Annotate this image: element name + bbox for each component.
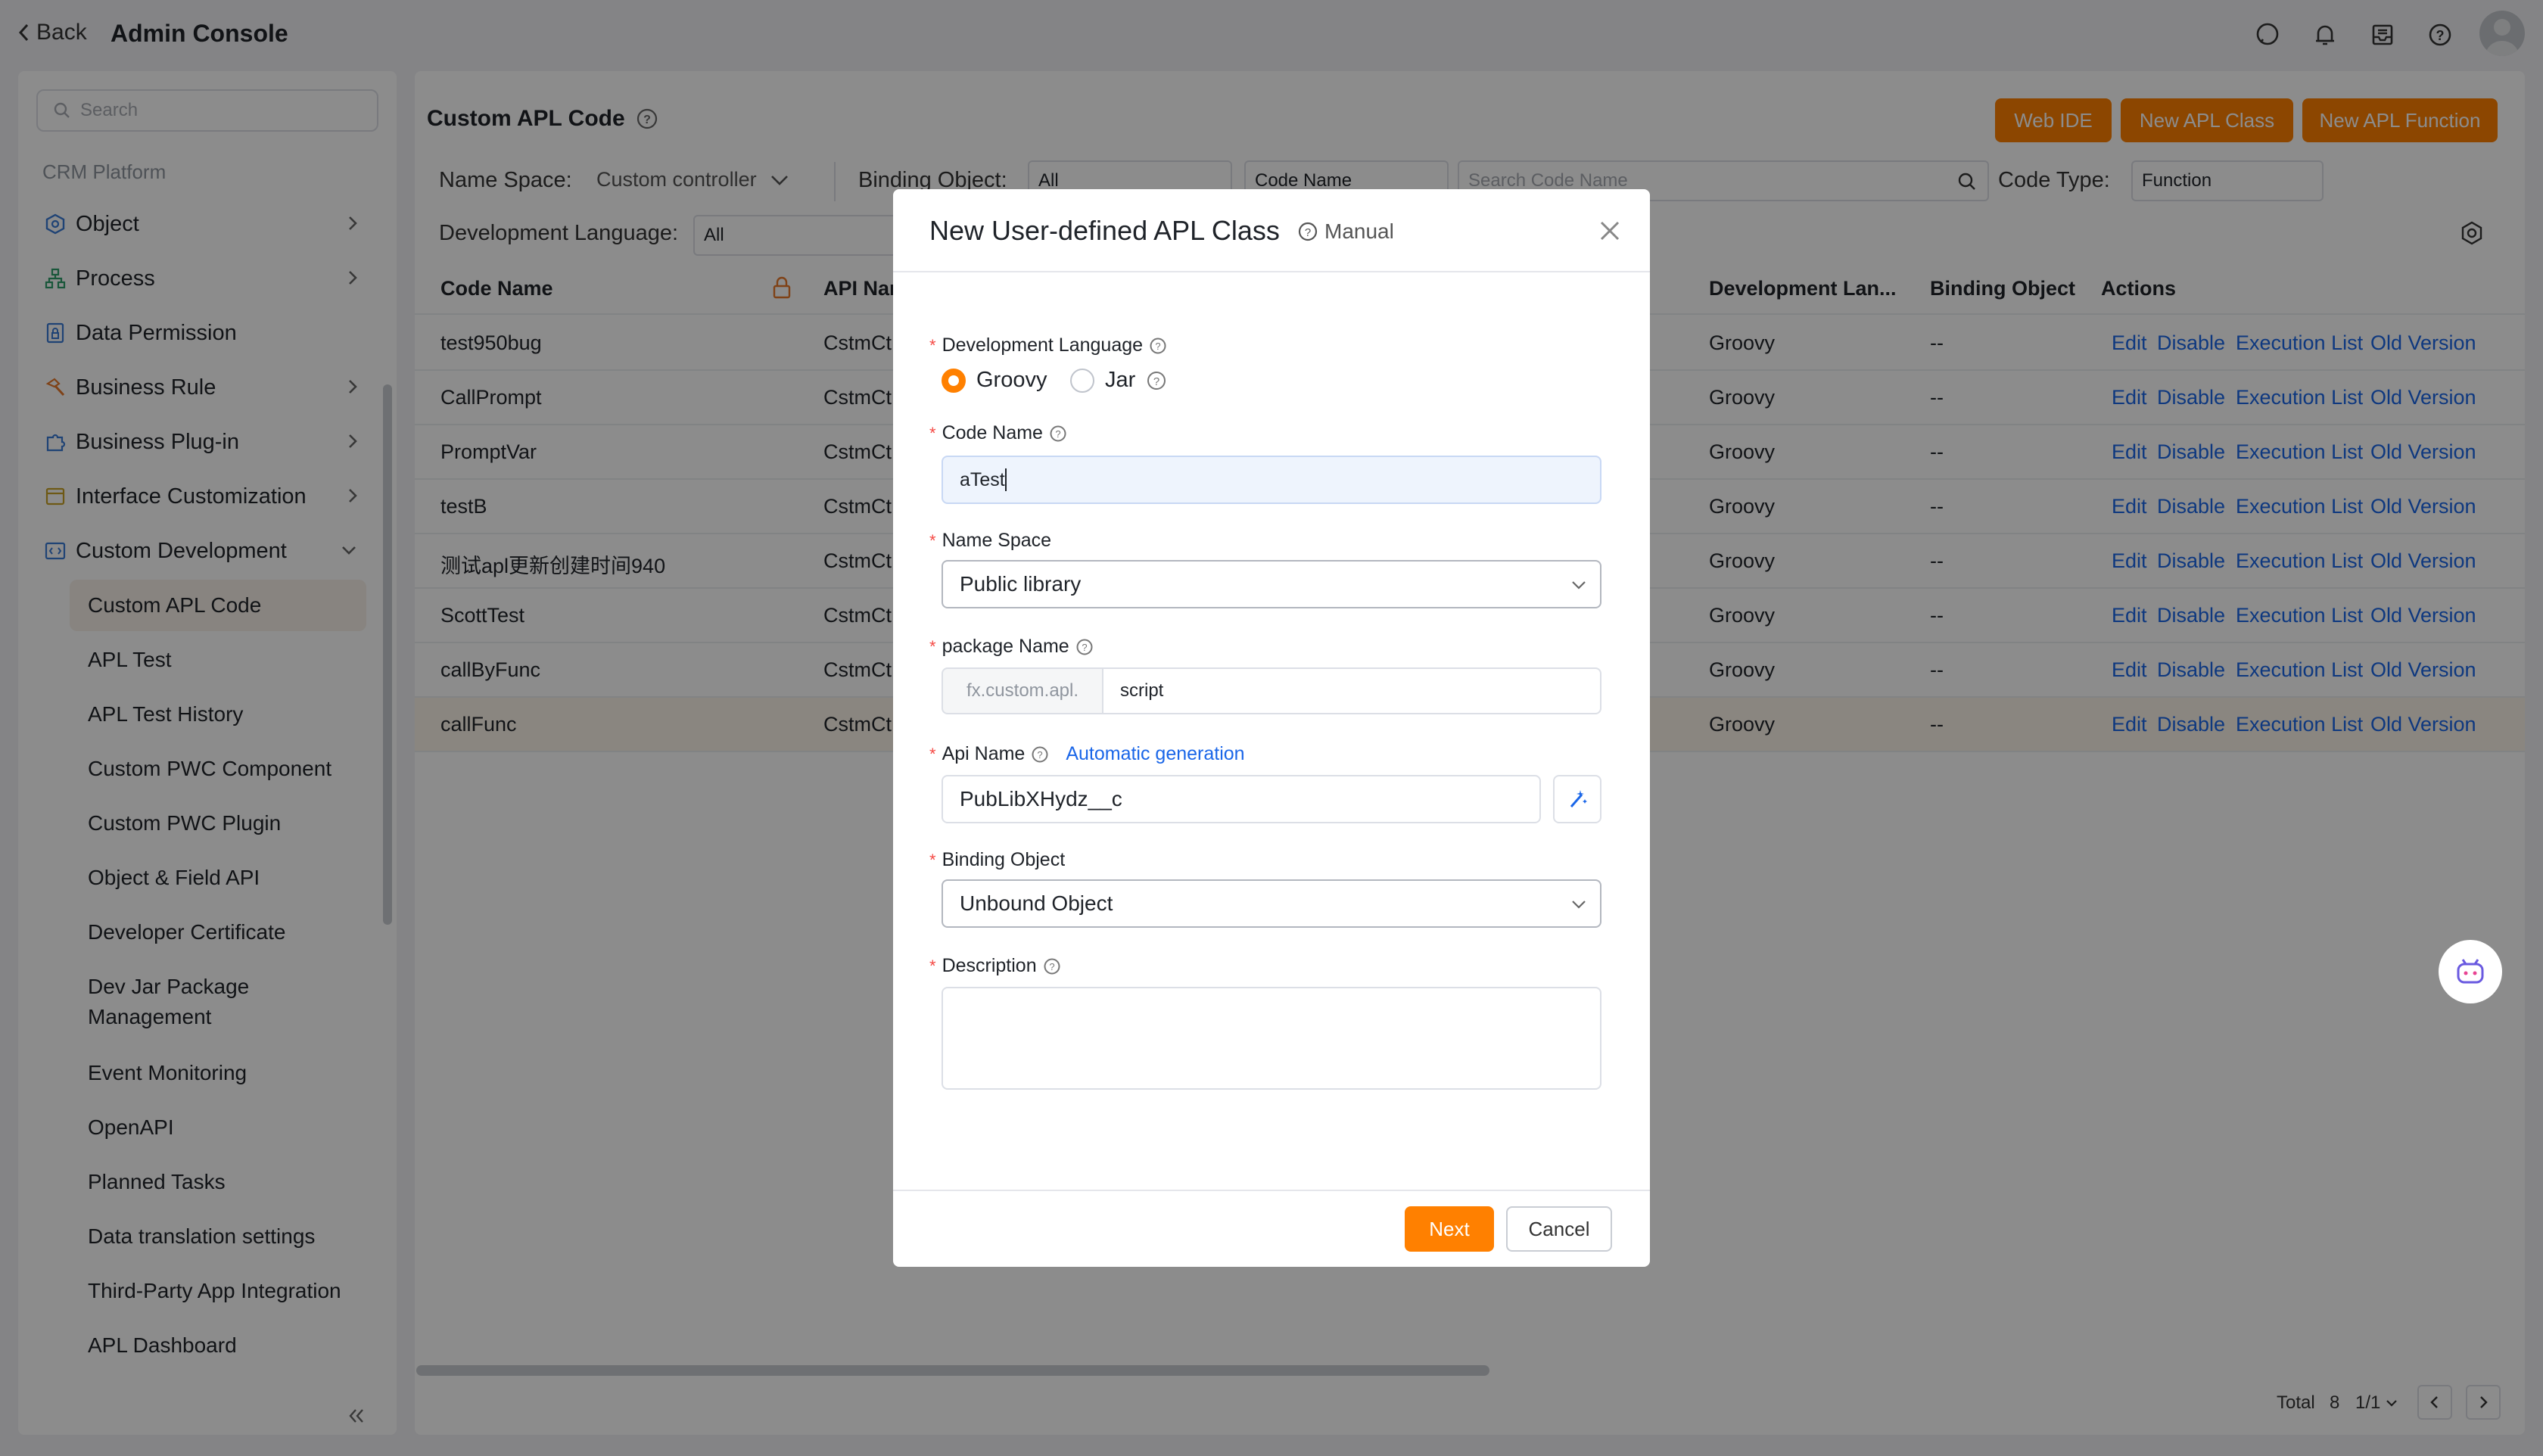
radio-groovy[interactable]: Groovy (942, 368, 1047, 393)
radio-jar-label: Jar (1105, 368, 1136, 392)
required-marker: * (929, 956, 936, 975)
api-name-input[interactable]: PubLibXHydz__c (942, 775, 1541, 823)
dialog-footer-divider (893, 1190, 1650, 1191)
dev-lang-label: * Development Language ? (929, 334, 1167, 356)
api-name-label-text: Api Name (942, 743, 1026, 764)
manual-link[interactable]: ? Manual (1297, 219, 1394, 244)
code-name-input[interactable]: aTest (942, 456, 1601, 504)
chevron-down-icon (1572, 581, 1586, 590)
robot-icon (2457, 959, 2484, 984)
help-icon: ? (1044, 958, 1060, 974)
new-apl-class-dialog: New User-defined APL Class ? Manual * De… (893, 189, 1650, 1267)
text-cursor (1004, 468, 1007, 491)
description-label: * Description ? (929, 955, 1061, 977)
description-textarea[interactable] (942, 987, 1601, 1090)
package-name-input[interactable]: script (1102, 667, 1601, 714)
radio-unselected-indicator (1070, 368, 1094, 393)
binding-object-select[interactable]: Unbound Object (942, 879, 1601, 928)
radio-jar[interactable]: Jar ? (1070, 368, 1167, 393)
required-marker: * (929, 636, 936, 656)
code-name-label-text: Code Name (942, 422, 1043, 443)
package-prefix: fx.custom.apl. (942, 667, 1103, 714)
binding-object-label-text: Binding Object (942, 849, 1066, 870)
svg-text:?: ? (1153, 375, 1159, 388)
dialog-title: New User-defined APL Class (929, 215, 1280, 246)
dev-lang-label-text: Development Language (942, 334, 1144, 356)
binding-object-value: Unbound Object (960, 891, 1113, 915)
svg-text:?: ? (1082, 642, 1087, 653)
package-name-value: script (1120, 680, 1164, 701)
package-name-label: * package Name ? (929, 636, 1094, 658)
help-icon: ? (1298, 222, 1318, 241)
code-name-value: aTest (960, 468, 1005, 490)
svg-text:?: ? (1305, 226, 1311, 239)
magic-wand-icon (1570, 790, 1587, 807)
namespace-select[interactable]: Public library (942, 560, 1601, 608)
chevron-down-icon (1572, 901, 1586, 909)
namespace-label: * Name Space (929, 530, 1051, 552)
help-icon: ? (1147, 371, 1166, 390)
api-name-label: * Api Name ? Automatic generation (929, 743, 1245, 765)
assistant-bot-button[interactable] (2439, 940, 2502, 1003)
namespace-select-value: Public library (960, 572, 1082, 596)
required-marker: * (929, 423, 936, 443)
manual-label: Manual (1324, 219, 1394, 243)
code-name-label: * Code Name ? (929, 422, 1067, 444)
help-icon: ? (1032, 746, 1048, 762)
svg-text:?: ? (1038, 749, 1043, 761)
api-name-value: PubLibXHydz__c (960, 787, 1122, 810)
required-marker: * (929, 530, 936, 550)
next-button[interactable]: Next (1405, 1206, 1494, 1252)
svg-text:?: ? (1055, 428, 1060, 440)
radio-groovy-label: Groovy (976, 368, 1047, 392)
help-icon: ? (1150, 338, 1166, 353)
required-marker: * (929, 335, 936, 355)
package-name-label-text: package Name (942, 636, 1069, 657)
required-marker: * (929, 850, 936, 870)
namespace-label-text: Name Space (942, 530, 1052, 551)
radio-selected-indicator (942, 368, 966, 393)
help-icon: ? (1050, 425, 1066, 441)
help-icon: ? (1076, 639, 1093, 655)
svg-text:?: ? (1049, 961, 1054, 972)
required-marker: * (929, 744, 936, 764)
svg-text:?: ? (1155, 341, 1160, 352)
generate-api-name-button[interactable] (1553, 775, 1601, 823)
description-label-text: Description (942, 955, 1037, 976)
binding-object-label: * Binding Object (929, 849, 1065, 871)
dialog-header-divider (893, 271, 1650, 272)
automatic-generation-link[interactable]: Automatic generation (1066, 743, 1244, 765)
close-icon[interactable] (1595, 216, 1624, 249)
cancel-button[interactable]: Cancel (1506, 1206, 1612, 1252)
